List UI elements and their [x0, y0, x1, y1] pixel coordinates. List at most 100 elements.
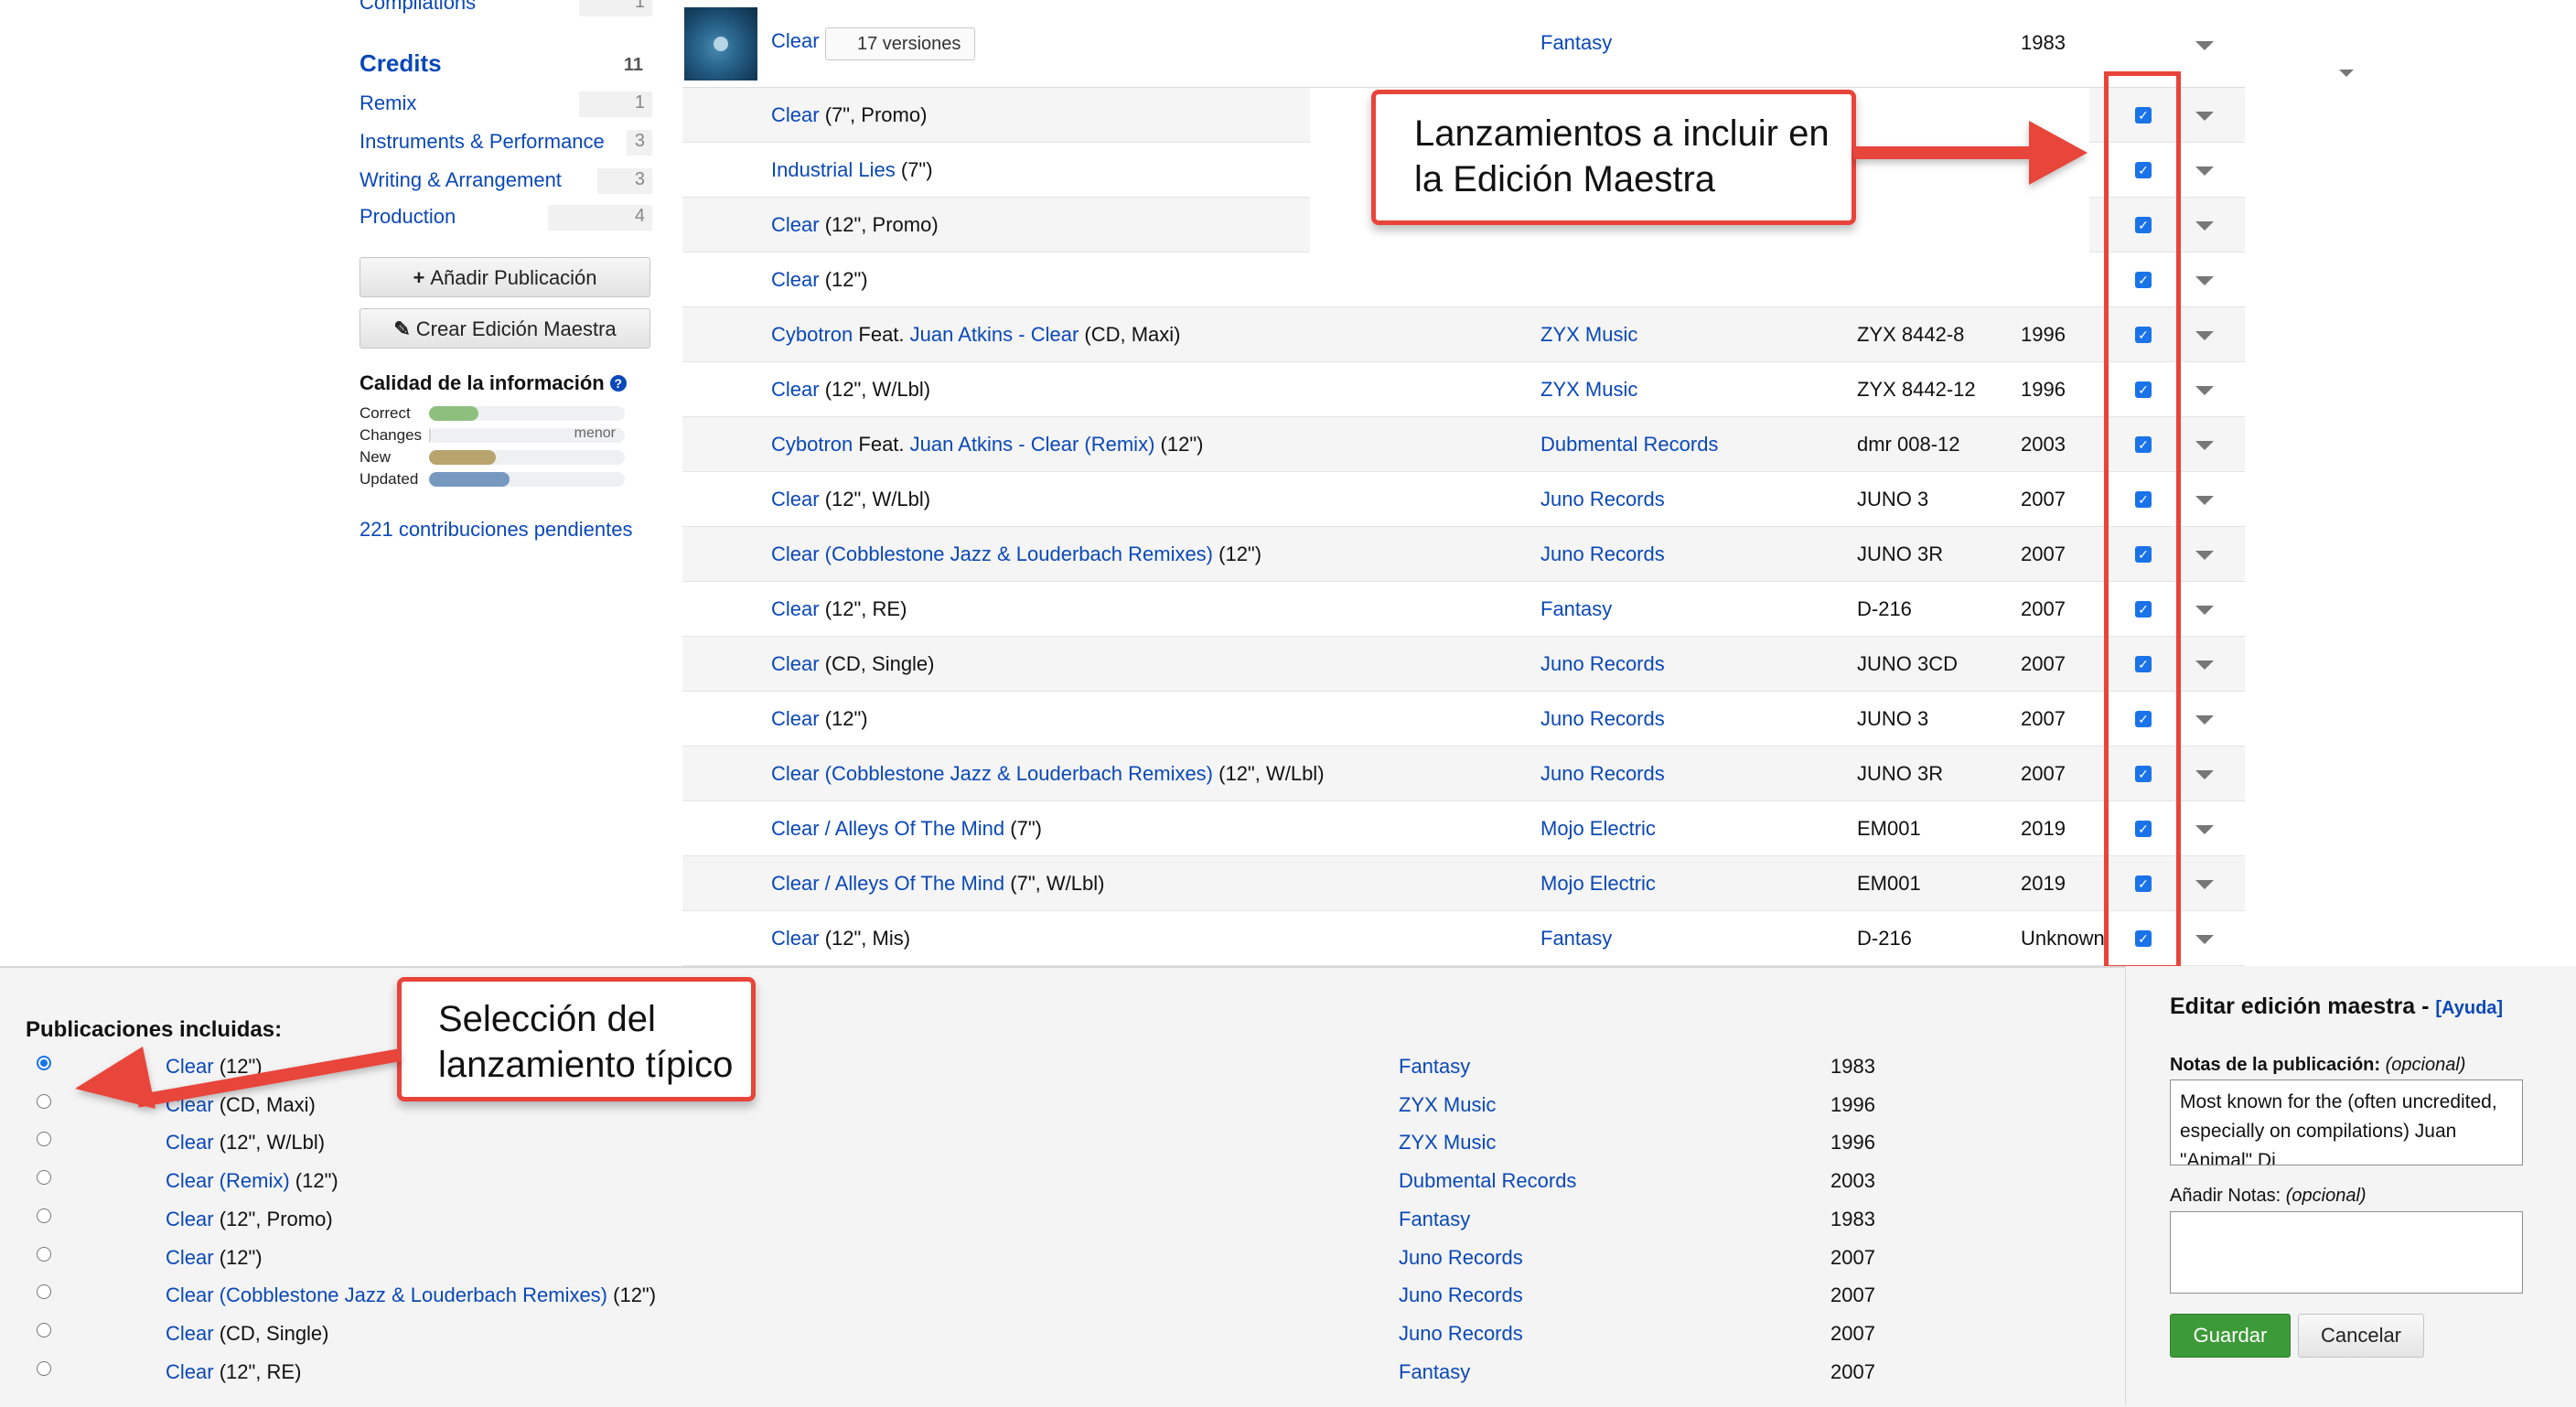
- release-notes-textarea[interactable]: Most known for the (often uncredited, es…: [2170, 1079, 2523, 1165]
- chevron-down-icon[interactable]: [2195, 276, 2214, 285]
- label-link[interactable]: Juno Records: [1540, 652, 1665, 676]
- release-link[interactable]: Juan Atkins: [910, 323, 1014, 346]
- sidebar-item-remix[interactable]: Remix 1: [360, 88, 652, 121]
- chevron-down-icon[interactable]: [2195, 41, 2214, 50]
- release-link[interactable]: -: [1013, 433, 1031, 456]
- release-link[interactable]: Clear (Cobblestone Jazz & Louderbach Rem…: [166, 1283, 607, 1306]
- label-link[interactable]: ZYX Music: [1399, 1093, 1496, 1117]
- release-link[interactable]: Industrial Lies: [771, 158, 896, 181]
- release-link[interactable]: Clear: [771, 213, 820, 236]
- chevron-down-icon[interactable]: [2195, 166, 2214, 176]
- chevron-down-icon[interactable]: [2195, 825, 2214, 834]
- table-row: Cybotron Feat. Juan Atkins - Clear (CD, …: [682, 307, 2245, 362]
- label-link[interactable]: Juno Records: [1399, 1246, 1523, 1270]
- chevron-down-icon[interactable]: [2195, 441, 2214, 450]
- release-link[interactable]: Clear: [166, 1208, 214, 1230]
- label-link[interactable]: Juno Records: [1540, 762, 1665, 786]
- release-link[interactable]: Clear: [166, 1322, 214, 1345]
- release-link[interactable]: Clear (Cobblestone Jazz & Louderbach Rem…: [771, 762, 1213, 785]
- sidebar-item-compilations[interactable]: Compilations 1: [360, 0, 652, 20]
- label-link[interactable]: Juno Records: [1399, 1322, 1523, 1346]
- release-thumbnail[interactable]: [684, 7, 757, 81]
- release-link[interactable]: Clear: [1031, 323, 1079, 346]
- label-link[interactable]: Dubmental Records: [1540, 433, 1718, 456]
- master-title-link[interactable]: Clear: [771, 29, 820, 53]
- chevron-down-icon[interactable]: [2195, 661, 2214, 670]
- typical-release-radio[interactable]: [37, 1360, 51, 1376]
- sidebar-item-production[interactable]: Production 4: [360, 201, 652, 234]
- label-link[interactable]: ZYX Music: [1540, 323, 1637, 347]
- release-link[interactable]: Juan Atkins: [910, 433, 1014, 456]
- credits-heading[interactable]: Credits: [360, 49, 442, 78]
- typical-release-radio[interactable]: [37, 1132, 51, 1147]
- release-link[interactable]: Clear: [771, 652, 820, 675]
- chevron-down-icon[interactable]: [2195, 880, 2214, 889]
- label-link[interactable]: Mojo Electric: [1540, 817, 1656, 841]
- release-link[interactable]: Clear (Remix): [166, 1169, 290, 1192]
- release-link[interactable]: Clear: [771, 268, 820, 291]
- label-link[interactable]: Juno Records: [1399, 1283, 1523, 1307]
- typical-release-radio[interactable]: [37, 1246, 51, 1262]
- chevron-down-icon[interactable]: [2195, 770, 2214, 779]
- release-link[interactable]: Clear: [166, 1360, 214, 1383]
- sidebar-item-writing[interactable]: Writing & Arrangement 3: [360, 165, 652, 198]
- release-link[interactable]: Clear: [771, 597, 820, 620]
- chevron-down-icon[interactable]: [2195, 112, 2214, 121]
- chevron-down-icon[interactable]: [2195, 221, 2214, 231]
- release-link[interactable]: Clear / Alleys Of The Mind: [771, 872, 1004, 895]
- chevron-down-icon[interactable]: [2195, 715, 2214, 725]
- release-link[interactable]: Clear: [166, 1246, 214, 1269]
- release-link[interactable]: Clear: [771, 488, 820, 510]
- release-link[interactable]: -: [1013, 323, 1031, 346]
- release-link[interactable]: Cybotron: [771, 433, 853, 456]
- chevron-down-icon[interactable]: [2195, 331, 2214, 340]
- cancel-button[interactable]: Cancelar: [2298, 1314, 2424, 1358]
- label-link[interactable]: Fantasy: [1399, 1055, 1470, 1079]
- add-release-button[interactable]: + Añadir Publicación: [360, 257, 650, 297]
- typical-release-radio[interactable]: [37, 1322, 51, 1337]
- label-link[interactable]: Juno Records: [1540, 707, 1665, 731]
- chevron-down-icon[interactable]: [2195, 935, 2214, 944]
- release-link[interactable]: Clear: [166, 1055, 214, 1078]
- label-link[interactable]: ZYX Music: [1399, 1131, 1496, 1155]
- chevron-down-icon[interactable]: [2195, 606, 2214, 615]
- versions-dropdown[interactable]: 17 versiones: [825, 27, 2354, 77]
- release-link[interactable]: Clear / Alleys Of The Mind: [771, 817, 1004, 840]
- label-link[interactable]: Mojo Electric: [1540, 872, 1656, 896]
- release-link[interactable]: Clear (Cobblestone Jazz & Louderbach Rem…: [771, 542, 1213, 565]
- annotation-typical-release: Selección del lanzamiento típico: [397, 977, 756, 1101]
- sidebar-item-instruments[interactable]: Instruments & Performance 3: [360, 126, 652, 159]
- label-link[interactable]: Fantasy: [1399, 1208, 1470, 1231]
- label-link[interactable]: Dubmental Records: [1399, 1169, 1576, 1193]
- label-link[interactable]: Fantasy: [1540, 597, 1612, 621]
- release-link[interactable]: Clear: [771, 707, 820, 730]
- save-button[interactable]: Guardar: [2170, 1314, 2291, 1358]
- release-link[interactable]: Clear: [771, 103, 820, 126]
- release-link[interactable]: Clear: [166, 1131, 214, 1154]
- chevron-down-icon[interactable]: [2195, 496, 2214, 505]
- typical-release-radio[interactable]: [37, 1056, 51, 1070]
- chevron-down-icon[interactable]: [2195, 386, 2214, 395]
- create-master-button[interactable]: ✎ Crear Edición Maestra: [360, 308, 650, 349]
- release-link[interactable]: Clear: [166, 1093, 214, 1116]
- typical-release-radio[interactable]: [37, 1208, 51, 1223]
- release-link[interactable]: Cybotron: [771, 323, 853, 346]
- label-link[interactable]: Fantasy: [1540, 31, 1612, 55]
- typical-release-radio[interactable]: [37, 1170, 51, 1186]
- label-link[interactable]: Fantasy: [1540, 927, 1612, 951]
- chevron-down-icon[interactable]: [2195, 551, 2214, 560]
- pending-contributions-link[interactable]: 221 contribuciones pendientes: [360, 518, 632, 542]
- release-format: (12", W/Lbl): [819, 378, 931, 401]
- add-notes-textarea[interactable]: [2170, 1211, 2523, 1294]
- help-link[interactable]: [Ayuda]: [2435, 998, 2503, 1018]
- label-link[interactable]: Juno Records: [1540, 542, 1665, 566]
- release-link[interactable]: Clear: [771, 927, 820, 950]
- release-link[interactable]: Clear: [771, 378, 820, 401]
- typical-release-radio[interactable]: [37, 1093, 51, 1109]
- label-link[interactable]: Juno Records: [1540, 488, 1665, 511]
- release-link[interactable]: Clear (Remix): [1031, 433, 1155, 456]
- help-icon[interactable]: ?: [609, 375, 627, 392]
- label-link[interactable]: ZYX Music: [1540, 378, 1637, 402]
- typical-release-radio[interactable]: [37, 1284, 51, 1300]
- label-link[interactable]: Fantasy: [1399, 1360, 1470, 1384]
